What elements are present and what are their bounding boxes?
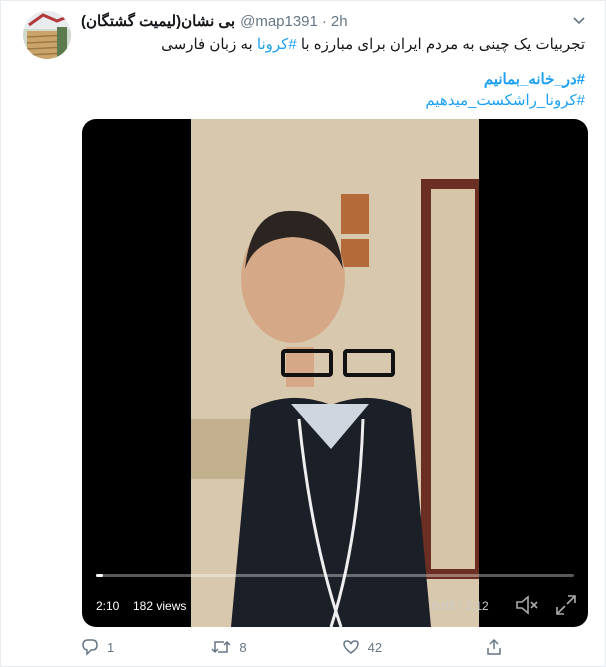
tweet-text-before: تجربیات یک چینی به مردم ایران برای مبارز… bbox=[296, 36, 585, 53]
retweet-icon bbox=[211, 640, 231, 654]
hashtag-stay-home[interactable]: #در_خانه_بمانیم bbox=[81, 69, 585, 90]
reply-count: 1 bbox=[107, 639, 115, 655]
tweet-card[interactable]: بی نشان(لیمیت گشتگان) @map1391 · 2h تجرب… bbox=[0, 0, 606, 667]
like-count: 42 bbox=[367, 639, 383, 655]
chevron-down-icon[interactable] bbox=[567, 9, 591, 33]
reply-icon bbox=[82, 639, 98, 656]
display-name[interactable]: بی نشان(لیمیت گشتگان) bbox=[81, 12, 235, 32]
video-views: 182 views bbox=[133, 599, 187, 613]
video-time-readout: 0:02 / 2:12 bbox=[432, 599, 489, 613]
video-player[interactable]: 2:10 182 views 0:02 / 2:12 bbox=[82, 119, 588, 627]
fullscreen-icon[interactable] bbox=[554, 593, 578, 617]
video-progress-fill bbox=[96, 574, 104, 577]
video-duration: 2:10 bbox=[96, 599, 120, 613]
retweet-count: 8 bbox=[239, 639, 247, 655]
share-icon bbox=[487, 638, 501, 655]
volume-muted-icon[interactable] bbox=[514, 593, 540, 617]
tweet-text: تجربیات یک چینی به مردم ایران برای مبارز… bbox=[81, 35, 585, 55]
tweet-actions: 1 8 42 bbox=[81, 635, 511, 659]
avatar[interactable] bbox=[23, 11, 71, 59]
hashtag-list: #در_خانه_بمانیم #کرونا_راشکست_میدهیم bbox=[81, 69, 585, 111]
like-button[interactable]: 42 bbox=[342, 638, 472, 656]
retweet-button[interactable]: 8 bbox=[211, 638, 341, 656]
separator: · bbox=[321, 13, 327, 30]
hashtag-link[interactable]: #کرونا bbox=[257, 36, 297, 53]
video-frame bbox=[191, 119, 479, 627]
video-timeline[interactable] bbox=[96, 574, 574, 577]
share-button[interactable] bbox=[485, 638, 511, 656]
tweet-text-after: به زبان فارسی bbox=[161, 36, 257, 53]
like-icon bbox=[342, 640, 359, 654]
user-handle[interactable]: @map1391 bbox=[240, 12, 318, 32]
timestamp[interactable]: 2h bbox=[331, 12, 348, 32]
hashtag-defeat-corona[interactable]: #کرونا_راشکست_میدهیم bbox=[81, 90, 585, 111]
reply-button[interactable]: 1 bbox=[81, 638, 211, 656]
tweet-header: بی نشان(لیمیت گشتگان) @map1391 · 2h bbox=[81, 11, 545, 33]
